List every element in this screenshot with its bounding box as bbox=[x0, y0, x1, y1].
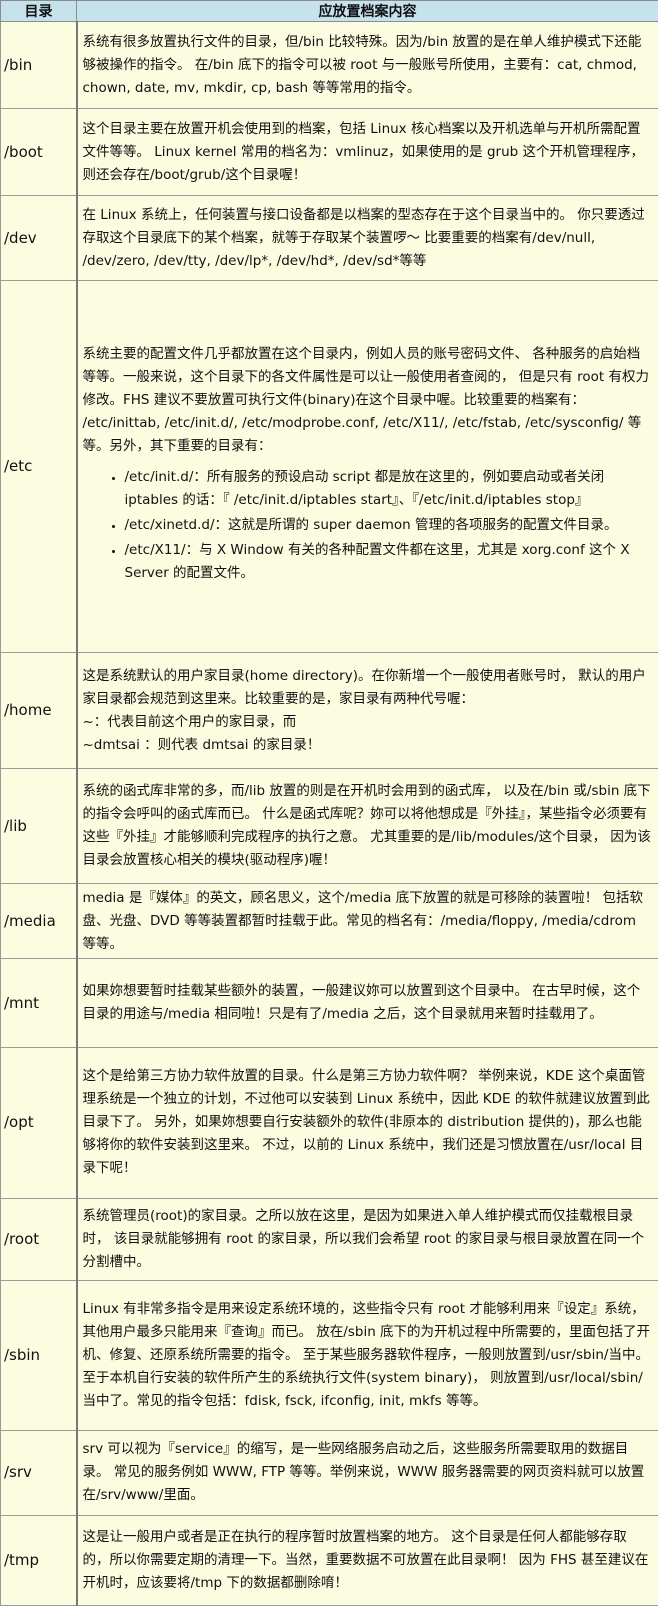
description-text: srv 可以视为『service』的缩写，是一些网络服务启动之后，这些服务所需要… bbox=[82, 1441, 645, 1504]
table-row: /mnt 如果妳想要暂时挂载某些额外的装置，一般建议妳可以放置到这个目录中。 在古… bbox=[0, 958, 658, 1049]
table-row: /dev 在 Linux 系统上，任何装置与接口设备都是以档案的型态存在于这个目录… bbox=[0, 195, 658, 282]
description-text: 系统有很多放置执行文件的目录，但/bin 比较特殊。因为/bin 放置的是在单人… bbox=[82, 33, 642, 96]
description-text: 系统管理员(root)的家目录。之所以放在这里，是因为如果进入单人维护模式而仅挂… bbox=[82, 1208, 645, 1270]
directory-cell: /root bbox=[0, 1197, 77, 1282]
table-row: /home 这是系统默认的用户家目录(home directory)。在你新增一个… bbox=[0, 652, 658, 770]
table-row: /media media 是『媒体』的英文，顾名思义，这个/media 底下放置的… bbox=[0, 883, 658, 960]
list-item: /etc/init.d/：所有服务的预设启动 script 都是放在这里的，例如… bbox=[125, 466, 654, 512]
table-row: /sbin Linux 有非常多指令是用来设定系统环境的，这些指令只有 root … bbox=[0, 1280, 658, 1431]
description-text: media 是『媒体』的英文，顾名思义，这个/media 底下放置的就是可移除的… bbox=[82, 889, 644, 952]
description-cell: Linux 有非常多指令是用来设定系统环境的，这些指令只有 root 才能够利用… bbox=[75, 1280, 658, 1431]
description-cell: 在 Linux 系统上，任何装置与接口设备都是以档案的型态存在于这个目录当中的。… bbox=[75, 195, 658, 282]
directory-cell: /home bbox=[0, 652, 77, 770]
list-item: /etc/xinetd.d/：这就是所谓的 super daemon 管理的各项… bbox=[125, 514, 654, 537]
description-cell: media 是『媒体』的英文，顾名思义，这个/media 底下放置的就是可移除的… bbox=[75, 883, 658, 960]
description-cell: 这个目录主要在放置开机会使用到的档案，包括 Linux 核心档案以及开机选单与开… bbox=[75, 108, 658, 197]
directory-cell: /bin bbox=[0, 20, 77, 110]
list-item: /etc/X11/：与 X Window 有关的各种配置文件都在这里，尤其是 x… bbox=[125, 539, 654, 585]
description-text: Linux 有非常多指令是用来设定系统环境的，这些指令只有 root 才能够利用… bbox=[82, 1301, 651, 1410]
description-text: 这个目录主要在放置开机会使用到的档案，包括 Linux 核心档案以及开机选单与开… bbox=[82, 120, 644, 183]
directory-cell: /etc bbox=[0, 280, 77, 654]
table-row: /root 系统管理员(root)的家目录。之所以放在这里，是因为如果进入单人维护… bbox=[0, 1197, 658, 1282]
directory-cell: /srv bbox=[0, 1429, 77, 1516]
description-text: 系统主要的配置文件几乎都放置在这个目录内，例如人员的账号密码文件、 各种服务的启… bbox=[82, 345, 649, 454]
directory-cell: /boot bbox=[0, 108, 77, 197]
description-cell: 如果妳想要暂时挂载某些额外的装置，一般建议妳可以放置到这个目录中。 在古早时候，… bbox=[75, 958, 658, 1049]
description-text: 如果妳想要暂时挂载某些额外的装置，一般建议妳可以放置到这个目录中。 在古早时候，… bbox=[82, 983, 641, 1023]
description-cell: 系统有很多放置执行文件的目录，但/bin 比较特殊。因为/bin 放置的是在单人… bbox=[75, 20, 658, 110]
header-directory: 目录 bbox=[0, 0, 77, 22]
description-text: 这是让一般用户或者是正在执行的程序暂时放置档案的地方。 这个目录是任何人都能够存… bbox=[82, 1528, 649, 1591]
directory-cell: /mnt bbox=[0, 958, 77, 1049]
description-cell: 这是让一般用户或者是正在执行的程序暂时放置档案的地方。 这个目录是任何人都能够存… bbox=[75, 1514, 658, 1606]
directory-cell: /tmp bbox=[0, 1514, 77, 1606]
description-cell: 系统主要的配置文件几乎都放置在这个目录内，例如人员的账号密码文件、 各种服务的启… bbox=[75, 280, 658, 654]
directory-cell: /lib bbox=[0, 768, 77, 885]
header-content: 应放置档案内容 bbox=[76, 0, 658, 22]
description-cell: 系统的函式库非常的多，而/lib 放置的则是在开机时会用到的函式库， 以及在/b… bbox=[75, 768, 658, 885]
table-row: /lib 系统的函式库非常的多，而/lib 放置的则是在开机时会用到的函式库， 以… bbox=[0, 768, 658, 885]
table-row: /opt 这个是给第三方协力软件放置的目录。什么是第三方协力软件啊？ 举例来说，K… bbox=[0, 1047, 658, 1199]
description-text: 在 Linux 系统上，任何装置与接口设备都是以档案的型态存在于这个目录当中的。… bbox=[82, 206, 645, 269]
directory-cell: /sbin bbox=[0, 1280, 77, 1431]
header-row: 目录 应放置档案内容 bbox=[0, 0, 658, 22]
table-row: /bin 系统有很多放置执行文件的目录，但/bin 比较特殊。因为/bin 放置的… bbox=[0, 20, 658, 110]
subdirectory-list: /etc/init.d/：所有服务的预设启动 script 都是放在这里的，例如… bbox=[83, 466, 654, 585]
directory-cell: /dev bbox=[0, 195, 77, 282]
fhs-directory-table: 目录 应放置档案内容 /bin 系统有很多放置执行文件的目录，但/bin 比较特殊… bbox=[0, 0, 658, 1606]
description-cell: 系统管理员(root)的家目录。之所以放在这里，是因为如果进入单人维护模式而仅挂… bbox=[75, 1197, 658, 1282]
description-cell: 这是系统默认的用户家目录(home directory)。在你新增一个一般使用者… bbox=[75, 652, 658, 770]
table-row: /etc 系统主要的配置文件几乎都放置在这个目录内，例如人员的账号密码文件、 各种… bbox=[0, 280, 658, 654]
table-row: /srv srv 可以视为『service』的缩写，是一些网络服务启动之后，这些服… bbox=[0, 1429, 658, 1516]
description-cell: srv 可以视为『service』的缩写，是一些网络服务启动之后，这些服务所需要… bbox=[75, 1429, 658, 1516]
directory-cell: /opt bbox=[0, 1047, 77, 1199]
table-row: /boot 这个目录主要在放置开机会使用到的档案，包括 Linux 核心档案以及开… bbox=[0, 108, 658, 197]
directory-cell: /media bbox=[0, 883, 77, 960]
description-cell: 这个是给第三方协力软件放置的目录。什么是第三方协力软件啊？ 举例来说，KDE 这… bbox=[75, 1047, 658, 1199]
description-text: 系统的函式库非常的多，而/lib 放置的则是在开机时会用到的函式库， 以及在/b… bbox=[82, 783, 651, 869]
description-text: 这个是给第三方协力软件放置的目录。什么是第三方协力软件啊？ 举例来说，KDE 这… bbox=[82, 1068, 650, 1177]
table-row: /tmp 这是让一般用户或者是正在执行的程序暂时放置档案的地方。 这个目录是任何人… bbox=[0, 1514, 658, 1606]
description-text: 这是系统默认的用户家目录(home directory)。在你新增一个一般使用者… bbox=[82, 667, 646, 753]
